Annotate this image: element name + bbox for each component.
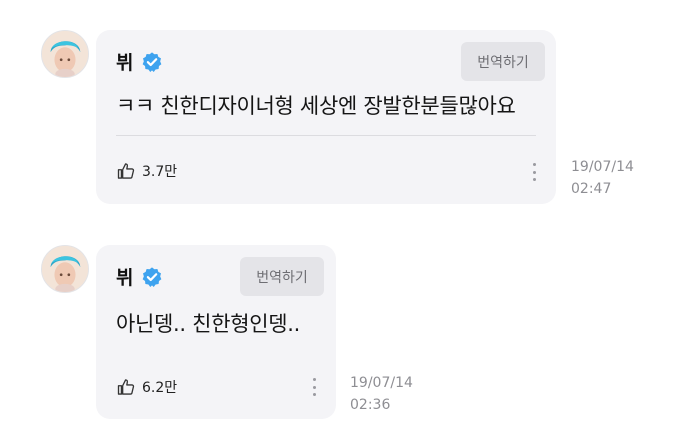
like-count: 3.7만 (142, 164, 178, 180)
author-row: 뷔 (116, 48, 163, 75)
timestamp-time: 02:36 (350, 397, 391, 413)
avatar[interactable] (41, 30, 89, 78)
like-button[interactable]: 3.7만 (116, 161, 177, 181)
comment-item: 뷔 번역하기 ㅋㅋ 친한디자이너형 세상엔 장발한분들많아요 3.7만 19/0… (0, 30, 679, 206)
author-name[interactable]: 뷔 (116, 48, 133, 75)
author-name[interactable]: 뷔 (116, 263, 133, 290)
like-count: 6.2만 (142, 380, 178, 396)
comment-bubble: 뷔 번역하기 아닌뎅.. 친한형인뎅.. 6.2만 (96, 245, 336, 419)
timestamp: 19/07/14 02:36 (350, 372, 413, 416)
timestamp: 19/07/14 02:47 (571, 156, 634, 200)
thumbs-up-icon (117, 379, 135, 395)
dot (312, 393, 316, 396)
dot (532, 170, 536, 174)
more-options-icon[interactable] (528, 163, 540, 181)
comment-feed: 뷔 번역하기 ㅋㅋ 친한디자이너형 세상엔 장발한분들많아요 3.7만 19/0… (0, 0, 679, 443)
translate-button[interactable]: 번역하기 (240, 257, 324, 296)
like-button[interactable]: 6.2만 (116, 377, 177, 397)
dot (312, 378, 316, 381)
timestamp-time: 02:47 (571, 181, 612, 197)
dot (312, 385, 316, 389)
dot (532, 163, 536, 166)
timestamp-date: 19/07/14 (350, 375, 413, 391)
timestamp-date: 19/07/14 (571, 159, 634, 175)
author-row: 뷔 (116, 263, 163, 290)
comment-text: ㅋㅋ 친한디자이너형 세상엔 장발한분들많아요 (116, 94, 516, 118)
comment-bubble: 뷔 번역하기 ㅋㅋ 친한디자이너형 세상엔 장발한분들많아요 3.7만 (96, 30, 556, 204)
comment-text: 아닌뎅.. 친한형인뎅.. (116, 312, 301, 336)
more-options-icon[interactable] (308, 378, 320, 396)
dot (532, 178, 536, 181)
verified-badge-icon (142, 266, 162, 287)
thumbs-up-icon (117, 163, 135, 179)
avatar[interactable] (41, 245, 89, 293)
divider (116, 135, 536, 136)
comment-item: 뷔 번역하기 아닌뎅.. 친한형인뎅.. 6.2만 19/07/14 02:36 (0, 245, 679, 421)
translate-button[interactable]: 번역하기 (461, 42, 545, 81)
verified-badge-icon (142, 51, 162, 72)
